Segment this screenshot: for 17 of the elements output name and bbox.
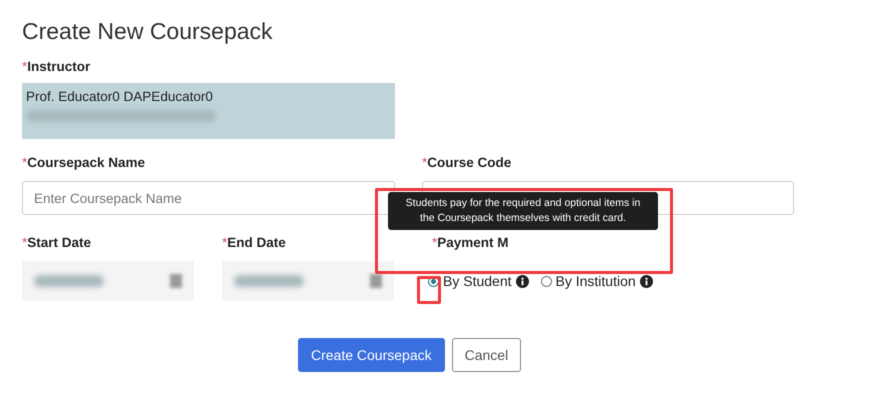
tooltip: Students pay for the required and optional items in the Coursepack themselves with credit card. bbox=[388, 192, 658, 230]
radio-label: By Student bbox=[443, 273, 512, 289]
field-label: Instructor bbox=[27, 59, 90, 74]
required-asterisk: * bbox=[432, 235, 438, 250]
field-label: Coursepack Name bbox=[27, 155, 146, 170]
field-label: Payment M bbox=[437, 235, 509, 250]
page-title: Create New Coursepack bbox=[22, 18, 274, 45]
field-label: End Date bbox=[227, 235, 286, 250]
radio-label: By Institution bbox=[556, 273, 636, 289]
field-label: Start Date bbox=[27, 235, 92, 250]
instructor-name: Prof. Educator0 DAPEducator0 bbox=[26, 89, 214, 104]
required-asterisk: * bbox=[222, 235, 228, 250]
required-asterisk: * bbox=[422, 155, 428, 170]
required-asterisk: * bbox=[22, 235, 28, 250]
field-label: Course Code bbox=[427, 155, 512, 170]
required-asterisk: * bbox=[22, 59, 28, 74]
required-asterisk: * bbox=[22, 155, 28, 170]
